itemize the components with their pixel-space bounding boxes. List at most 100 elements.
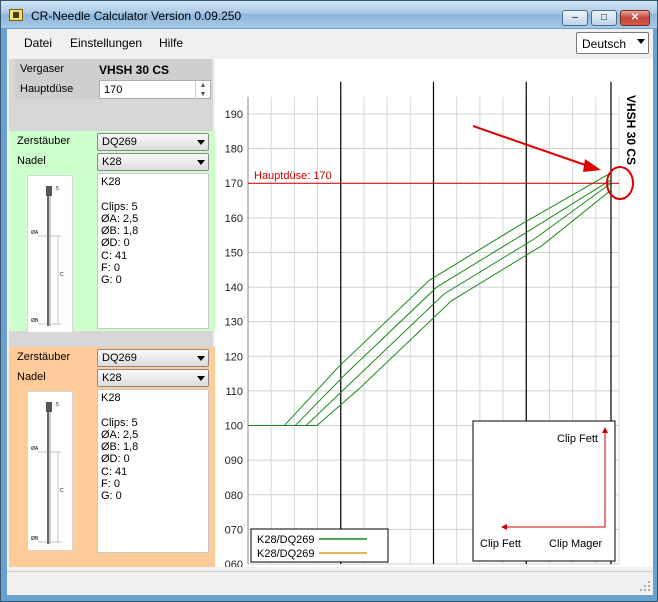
app-icon: ▦ (9, 9, 23, 21)
language-select[interactable]: Deutsch (576, 32, 649, 54)
maximize-button[interactable]: □ (591, 10, 617, 26)
info-line: ØB: 1,8 (101, 225, 139, 238)
info-line: G: 0 (101, 490, 122, 503)
chevron-down-icon (197, 140, 205, 145)
y-tick-label: 160 (225, 213, 243, 225)
y-tick-label: 100 (225, 421, 243, 433)
info-line: ØA: 2,5 (101, 212, 139, 225)
diam-b-label-1: ØB (31, 318, 39, 324)
main-jet-spinner[interactable]: ▲ ▼ (195, 81, 210, 100)
annotation-arrow-head (583, 159, 601, 172)
clip-label-1: 5 (56, 186, 59, 192)
y-tick-label: 180 (225, 144, 243, 156)
spin-up-icon[interactable]: ▲ (196, 81, 210, 90)
series-line (248, 179, 612, 427)
info-line (101, 188, 205, 200)
needle-chart: 060 070 080 090 100 110 120 130 140 150 160 170 180 1… (225, 81, 638, 584)
atomizer-select-1[interactable]: DQ269 (97, 133, 209, 151)
close-button[interactable]: ✕ (620, 10, 650, 26)
needle-section-2: Zerstäuber Nadel DQ269 K28 5 ØA C ØB K28… (9, 347, 215, 567)
menu-settings[interactable]: Einstellungen (70, 36, 142, 50)
needle-select-2[interactable]: K28 (97, 369, 209, 387)
clip-mager-label: Clip Mager (549, 538, 603, 550)
chart-panel: 060 070 080 090 100 110 120 130 140 150 160 170 180 1… (215, 59, 653, 584)
atomizer-label-1: Zerstäuber (17, 135, 71, 147)
info-line (101, 404, 205, 416)
y-tick-label: 090 (225, 455, 243, 467)
chevron-down-icon (197, 356, 205, 361)
needle-diagram-2: 5 ØA C ØB (27, 391, 73, 551)
needle-diagram-1: 5 ØA C ØB (27, 175, 73, 333)
status-bar (7, 571, 653, 594)
atomizer-label-2: Zerstäuber (17, 351, 71, 363)
y-tick-label: 060 (225, 559, 243, 567)
series-line (248, 182, 612, 427)
clip-fett-top-label: Clip Fett (557, 433, 598, 445)
atomizer-value-2: DQ269 (102, 352, 137, 364)
main-jet-value: 170 (104, 84, 123, 96)
needle-value-2: K28 (102, 372, 122, 384)
title-bar[interactable]: ▦ CR-Needle Calculator Version 0.09.250 … (1, 1, 657, 28)
clip-label-2: 5 (56, 402, 59, 408)
carburetor-value: VHSH 30 CS (99, 63, 170, 77)
legend-label: K28/DQ269 (257, 548, 314, 560)
needle-select-1[interactable]: K28 (97, 153, 209, 171)
info-line: ØD: 0 (101, 453, 130, 466)
atomizer-value-1: DQ269 (102, 136, 137, 148)
info-line: C: 41 (101, 249, 128, 262)
series-line (248, 172, 612, 427)
c-label-1: C (60, 272, 64, 278)
annotation-arrow (472, 125, 592, 168)
chart-title: VHSH 30 CS (624, 95, 638, 165)
y-tick-label: 110 (225, 386, 243, 398)
info-line: Clips: 5 (101, 200, 138, 213)
main-jet-line-label: Hauptdüse: 170 (254, 170, 332, 182)
language-value: Deutsch (582, 37, 627, 51)
y-tick-label: 120 (225, 351, 243, 363)
main-jet-label: Hauptdüse (20, 83, 74, 95)
info-line: F: 0 (101, 478, 120, 491)
client-area: Datei Einstellungen Hilfe Deutsch Vergas… (7, 29, 653, 595)
spin-down-icon[interactable]: ▼ (196, 90, 210, 99)
needle-label-1: Nadel (17, 155, 46, 167)
info-line: F: 0 (101, 262, 120, 275)
app-window: ▦ CR-Needle Calculator Version 0.09.250 … (0, 0, 658, 602)
y-tick-label: 070 (225, 524, 243, 536)
needle-value-1: K28 (102, 156, 122, 168)
info-line: Clips: 5 (101, 416, 138, 429)
diam-a-label-1: ØA (31, 230, 39, 236)
clip-fett-bottom-label: Clip Fett (480, 538, 521, 550)
info-line: K28 (101, 176, 121, 188)
main-jet-input[interactable]: 170 ▲ ▼ (99, 80, 211, 100)
resize-grip-icon[interactable] (639, 580, 651, 592)
menu-file[interactable]: Datei (24, 36, 52, 50)
y-tick-label: 130 (225, 317, 243, 329)
info-line: ØD: 0 (101, 237, 130, 250)
diam-a-label-2: ØA (31, 446, 39, 452)
y-tick-label: 140 (225, 282, 243, 294)
chevron-down-icon (637, 39, 645, 44)
info-line: ØB: 1,8 (101, 441, 139, 454)
needle-info-2: K28 Clips: 5 ØA: 2,5 ØB: 1,8 ØD: 0 C: 41… (97, 389, 209, 553)
info-line: G: 0 (101, 274, 122, 287)
y-tick-label: 170 (225, 178, 243, 190)
minimize-button[interactable]: – (562, 10, 588, 26)
y-tick-label: 190 (225, 109, 243, 121)
diam-b-label-2: ØB (31, 536, 39, 542)
left-panel: Vergaser VHSH 30 CS Hauptdüse 170 ▲ ▼ Zer… (9, 59, 215, 567)
chevron-down-icon (197, 160, 205, 165)
info-line: ØA: 2,5 (101, 428, 139, 441)
menu-bar: Datei Einstellungen Hilfe Deutsch (7, 29, 653, 57)
y-tick-label: 080 (225, 490, 243, 502)
legend-label: K28/DQ269 (257, 534, 314, 546)
menu-help[interactable]: Hilfe (159, 36, 183, 50)
window-title: CR-Needle Calculator Version 0.09.250 (31, 9, 242, 23)
needle-label-2: Nadel (17, 371, 46, 383)
carburetor-label: Vergaser (20, 63, 65, 75)
info-line: C: 41 (101, 465, 128, 478)
atomizer-select-2[interactable]: DQ269 (97, 349, 209, 367)
needle-section-1: Zerstäuber Nadel DQ269 K28 5 ØA C ØB K28… (9, 131, 215, 333)
info-line: K28 (101, 392, 121, 404)
needle-info-1: K28 Clips: 5 ØA: 2,5 ØB: 1,8 ØD: 0 C: 41… (97, 173, 209, 329)
c-label-2: C (60, 488, 64, 494)
